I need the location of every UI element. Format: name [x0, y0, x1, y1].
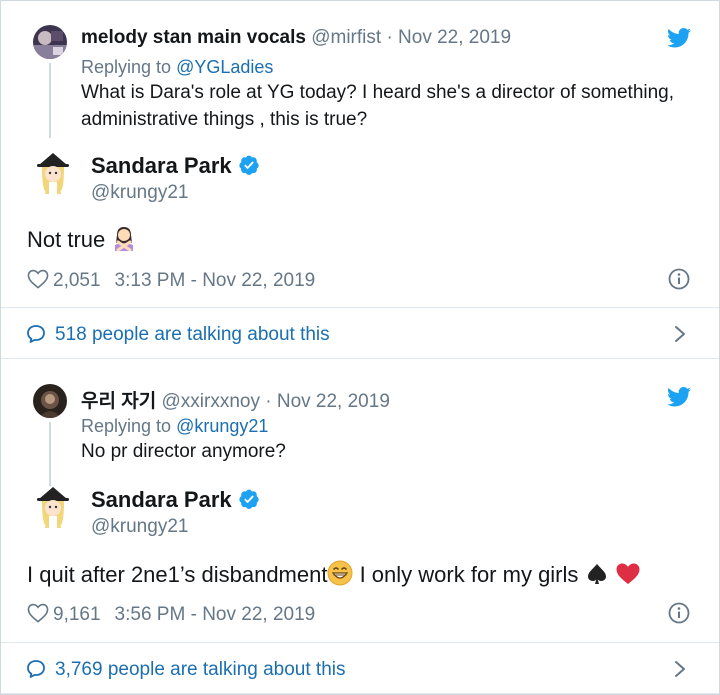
speech-bubble-icon — [27, 325, 45, 343]
main-avatar-1[interactable] — [33, 151, 73, 195]
replying-to-1: Replying to @YGLadies — [81, 57, 273, 78]
reply-author-name[interactable]: melody stan main vocals — [81, 27, 306, 48]
talking-text[interactable]: 3,769 people are talking about this — [55, 659, 346, 681]
main-author-handle-2[interactable]: @krungy21 — [91, 516, 188, 538]
reply-date[interactable]: · Nov 22, 2019 — [386, 27, 511, 48]
heart-icon[interactable] — [27, 603, 49, 623]
tweet-timestamp[interactable]: 3:13 PM - Nov 22, 2019 — [115, 270, 316, 291]
tweet-text: Not true — [27, 227, 106, 252]
talking-link-2[interactable]: 3,769 people are talking about this — [1, 642, 719, 694]
tweet-timestamp[interactable]: 3:56 PM - Nov 22, 2019 — [115, 604, 316, 625]
tweet-text-part2: I only work for my girls — [353, 562, 579, 587]
like-count[interactable]: 2,051 — [53, 270, 101, 291]
red-heart-emoji — [616, 563, 640, 584]
reply-text-2: No pr director anymore? — [81, 441, 286, 462]
reply-header-1: melody stan main vocals @mirfist · Nov 2… — [81, 27, 511, 49]
thread-line-2 — [49, 422, 51, 486]
replying-mention[interactable]: @krungy21 — [176, 416, 268, 436]
tweet-card-1: melody stan main vocals @mirfist · Nov 2… — [1, 1, 719, 307]
twitter-bird-icon[interactable] — [667, 387, 691, 407]
main-author-handle-1[interactable]: @krungy21 — [91, 182, 188, 204]
tweet-text-part1: I quit after 2ne1’s disbandment — [27, 562, 328, 587]
tweet-stats-1: 2,051 3:13 PM - Nov 22, 2019 — [27, 269, 315, 292]
chevron-right-icon[interactable] — [674, 325, 686, 343]
talking-link-1[interactable]: 518 people are talking about this — [1, 307, 719, 359]
author-name-text[interactable]: Sandara Park — [91, 153, 232, 178]
chevron-right-icon[interactable] — [674, 660, 686, 678]
reply-header-2: 우리 자기 @xxirxxnoy · Nov 22, 2019 — [81, 386, 390, 413]
spade-suit-emoji — [587, 564, 606, 584]
info-icon[interactable] — [668, 602, 690, 624]
talking-text[interactable]: 518 people are talking about this — [55, 324, 330, 346]
info-icon[interactable] — [668, 268, 690, 290]
author-name-text[interactable]: Sandara Park — [91, 487, 232, 512]
reply-author-handle[interactable]: @mirfist — [311, 27, 381, 48]
reply-avatar-1[interactable] — [33, 25, 67, 59]
reply-author-name[interactable]: 우리 자기 — [81, 391, 156, 412]
twitter-bird-icon[interactable] — [667, 28, 691, 48]
replying-mention[interactable]: @YGLadies — [176, 57, 273, 77]
reply-author-handle[interactable]: @xxirxxnoy — [161, 391, 259, 412]
verified-badge-icon — [239, 155, 259, 175]
tweet-stats-2: 9,161 3:56 PM - Nov 22, 2019 — [27, 603, 315, 626]
verified-badge-icon — [239, 489, 259, 509]
main-tweet-text-2: I quit after 2ne1’s disbandment I only w… — [27, 560, 641, 588]
main-tweet-text-1: Not true — [27, 225, 137, 253]
main-avatar-2[interactable] — [33, 485, 73, 529]
heart-icon[interactable] — [27, 269, 49, 289]
reply-date[interactable]: · Nov 22, 2019 — [265, 391, 390, 412]
grinning-face-emoji — [327, 560, 353, 586]
woman-gesturing-no-emoji — [115, 227, 134, 251]
speech-bubble-icon — [27, 660, 45, 678]
replying-to-2: Replying to @krungy21 — [81, 416, 268, 437]
reply-avatar-2[interactable] — [33, 384, 67, 418]
main-author-name-1[interactable]: Sandara Park — [91, 153, 260, 179]
reply-text-1: What is Dara's role at YG today? I heard… — [81, 82, 675, 130]
tweet-card-2: 우리 자기 @xxirxxnoy · Nov 22, 2019 Replying… — [1, 361, 719, 641]
thread-line-1 — [49, 63, 51, 138]
replying-prefix: Replying to — [81, 416, 177, 436]
replying-prefix: Replying to — [81, 57, 177, 77]
main-author-name-2[interactable]: Sandara Park — [91, 487, 260, 513]
like-count[interactable]: 9,161 — [53, 604, 101, 625]
